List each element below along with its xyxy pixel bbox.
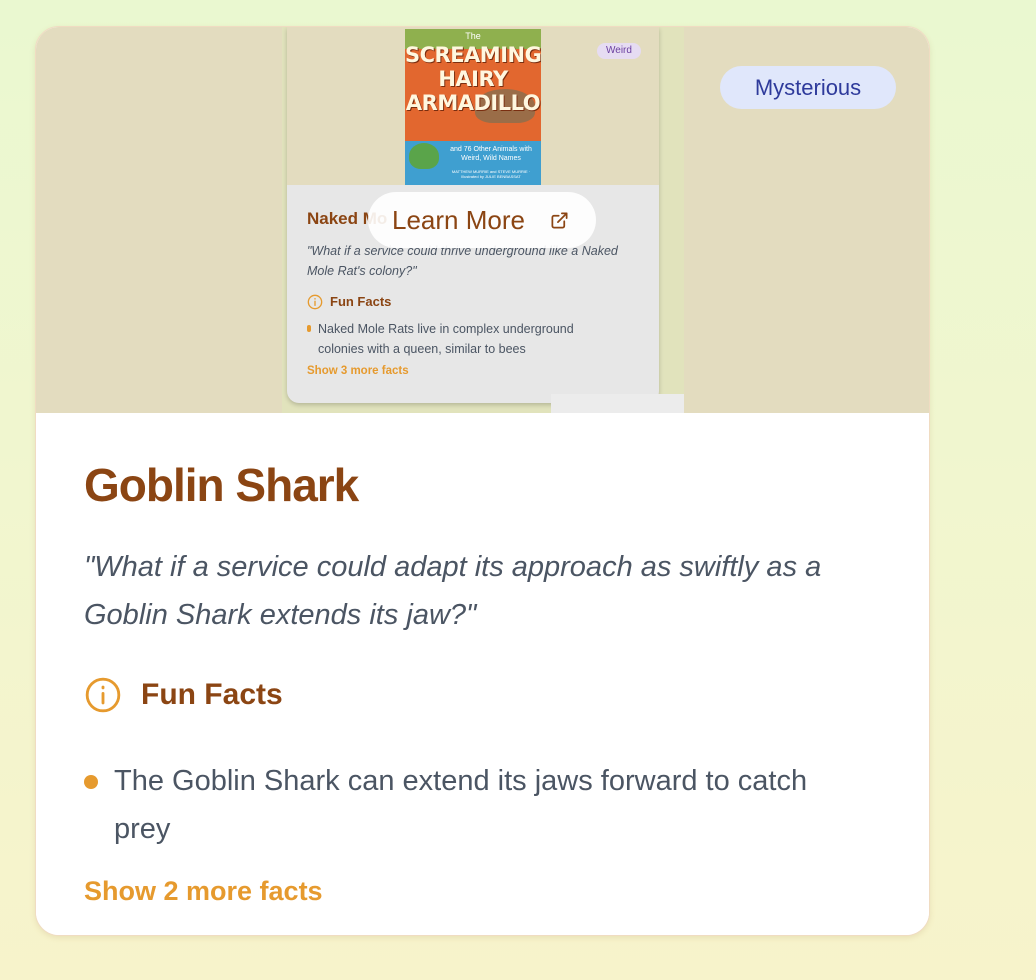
info-circle-icon [307, 294, 323, 310]
cover-authors: MATTHEW MURRIE and STEVE MURRIE · Illust… [451, 169, 531, 179]
cover-top-text: The [465, 31, 481, 41]
animal-title: Goblin Shark [84, 459, 359, 511]
preview-card-image-area: The SCREAMING HAIRY ARMADILLO and 76 Oth… [287, 27, 659, 185]
external-link-icon [551, 212, 568, 229]
learn-more-label: Learn More [392, 205, 525, 235]
category-badge: Mysterious [720, 66, 896, 109]
animal-card: The SCREAMING HAIRY ARMADILLO and 76 Oth… [35, 26, 930, 936]
learn-more-button[interactable]: Learn More [368, 192, 596, 248]
cover-subtitle: and 76 Other Animals with Weird, Wild Na… [450, 146, 532, 162]
fact-item: The Goblin Shark can extend its jaws for… [114, 765, 808, 845]
preview-fact-item: Naked Mole Rats live in complex undergro… [318, 322, 574, 356]
cover-frog-illustration [409, 143, 439, 169]
card-body: Goblin Shark "What if a service could ad… [36, 413, 929, 935]
info-circle-icon [85, 677, 121, 713]
fact-bullet [84, 775, 98, 789]
preview-fun-facts-label: Fun Facts [330, 294, 392, 309]
card-hero: The SCREAMING HAIRY ARMADILLO and 76 Oth… [36, 27, 929, 413]
book-cover-image: The SCREAMING HAIRY ARMADILLO and 76 Oth… [405, 29, 541, 185]
preview-show-more-link[interactable]: Show 3 more facts [307, 365, 409, 377]
fun-facts-label: Fun Facts [141, 678, 283, 711]
show-more-facts-link[interactable]: Show 2 more facts [84, 871, 323, 911]
preview-category-badge: Weird [597, 43, 641, 59]
cover-title: SCREAMING HAIRY ARMADILLO [405, 43, 541, 115]
preview-fact-bullet [307, 325, 311, 332]
hero-card-edge [551, 394, 684, 413]
animal-quote: "What if a service could adapt its appro… [84, 551, 822, 631]
